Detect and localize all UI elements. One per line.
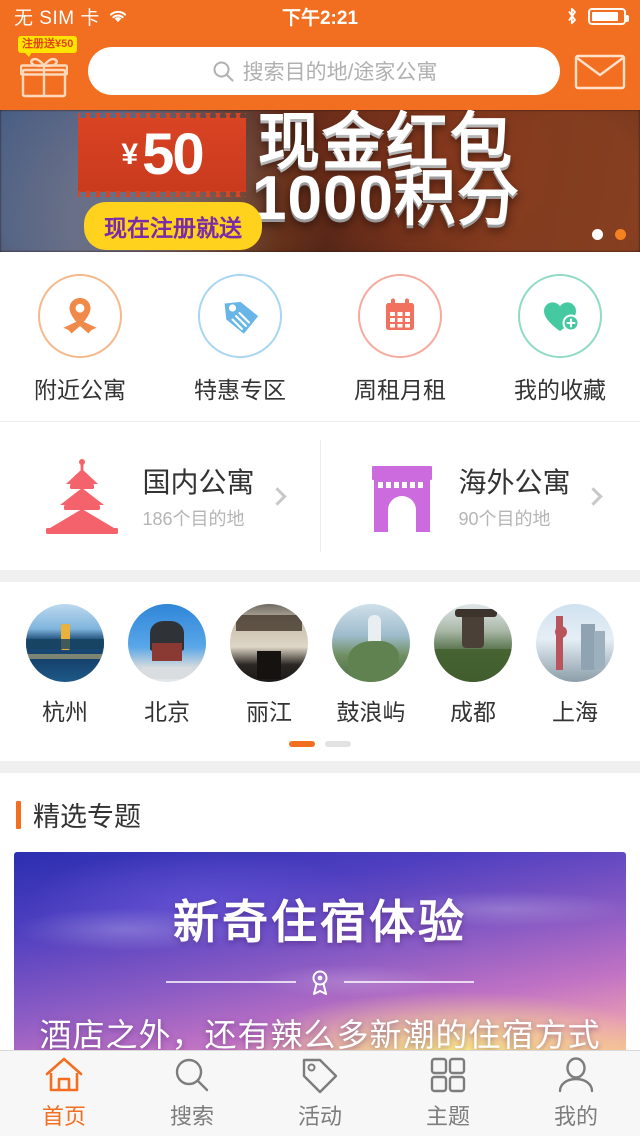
banner-headline-second: 1000积分	[252, 164, 520, 233]
card-title: 海外公寓	[458, 467, 571, 498]
quick-action-label: 特惠专区	[194, 377, 286, 403]
gift-button[interactable]: 注册送¥50	[14, 36, 78, 102]
banner-dot[interactable]	[592, 229, 603, 240]
quick-action-label: 我的收藏	[514, 377, 606, 403]
quick-action-label: 周租月租	[354, 377, 446, 403]
section-title: 精选专题	[33, 802, 141, 832]
banner-pager[interactable]	[592, 229, 626, 240]
medal-icon	[312, 970, 328, 995]
quick-action-label: 附近公寓	[34, 377, 126, 403]
temple-of-heaven-icon	[46, 459, 119, 534]
tab-search[interactable]: 搜索	[128, 1056, 256, 1131]
city-label: 成都	[450, 699, 496, 725]
quick-action-rental[interactable]: 周租月租	[320, 274, 480, 405]
city-thumbnail	[230, 604, 308, 682]
quick-action-favorites[interactable]: 我的收藏	[480, 274, 640, 405]
home-icon	[45, 1057, 83, 1092]
chevron-right-icon	[267, 486, 287, 506]
tab-label: 搜索	[169, 1104, 214, 1129]
tab-home[interactable]: 首页	[0, 1056, 128, 1131]
promo-banner[interactable]: ¥ 50 现金红包 1000积分 现在注册就送	[0, 110, 640, 252]
card-title: 国内公寓	[142, 467, 255, 498]
card-subtitle: 186个目的地	[142, 509, 245, 529]
cities-dot-active[interactable]	[289, 741, 315, 747]
coupon-amount: 50	[142, 122, 204, 187]
gift-badge: 注册送¥50	[18, 36, 78, 57]
tab-label: 我的	[553, 1104, 598, 1129]
city-thumbnail	[128, 604, 206, 682]
city-item[interactable]: 丽江	[218, 604, 320, 727]
accent-bar	[16, 800, 21, 829]
chevron-right-icon	[583, 486, 603, 506]
search-bar[interactable]: 搜索目的地/途家公寓	[88, 47, 560, 95]
search-input[interactable]: 搜索目的地/途家公寓	[243, 56, 438, 86]
tab-themes[interactable]: 主题	[384, 1056, 512, 1131]
city-item[interactable]: 北京	[116, 604, 218, 727]
promo-divider	[166, 968, 474, 996]
search-icon	[175, 1058, 209, 1092]
promo-title: 新奇住宿体验	[173, 896, 467, 948]
coupon-currency: ¥	[121, 138, 139, 171]
tab-label: 首页	[41, 1104, 86, 1129]
quick-action-deals[interactable]: 特惠专区	[160, 274, 320, 405]
tag-icon	[302, 1058, 338, 1094]
cities-panel: 杭州 北京 丽江 鼓浪屿 成都 上海	[0, 582, 640, 761]
bluetooth-icon	[568, 7, 576, 25]
tab-label: 主题	[425, 1104, 470, 1129]
destination-cards: 国内公寓 186个目的地 海外公寓 90个目的地	[0, 422, 640, 570]
card-text: 国内公寓 186个目的地	[142, 461, 254, 531]
heart-plus-icon	[518, 274, 602, 358]
quick-actions-row: 附近公寓 特惠专区 周租月租 我的收藏	[0, 252, 640, 421]
bottom-tab-bar: 首页 搜索 活动 主题 我的	[0, 1050, 640, 1136]
featured-header: 精选专题	[0, 773, 640, 852]
search-icon	[213, 61, 234, 82]
tab-activity[interactable]: 活动	[256, 1056, 384, 1131]
city-item[interactable]: 鼓浪屿	[320, 604, 422, 727]
carrier-label: 无 SIM 卡	[14, 7, 100, 29]
location-pin-icon	[38, 274, 122, 358]
city-label: 北京	[144, 699, 190, 725]
cities-dot[interactable]	[325, 741, 351, 747]
tab-profile[interactable]: 我的	[512, 1056, 640, 1131]
city-item[interactable]: 成都	[422, 604, 524, 727]
app-screen: 无 SIM 卡 下午2:21 注册送¥50 搜索目的地/途家公寓 ¥ 50 现金…	[0, 0, 640, 1136]
tab-label: 活动	[297, 1104, 342, 1129]
status-bar: 无 SIM 卡 下午2:21	[0, 0, 640, 32]
card-domestic[interactable]: 国内公寓 186个目的地	[0, 422, 320, 570]
banner-dot-active[interactable]	[615, 229, 626, 240]
card-subtitle: 90个目的地	[458, 509, 551, 529]
card-overseas[interactable]: 海外公寓 90个目的地	[320, 422, 640, 570]
city-label: 上海	[552, 699, 598, 725]
quick-action-nearby[interactable]: 附近公寓	[0, 274, 160, 405]
app-header: 注册送¥50 搜索目的地/途家公寓	[0, 32, 640, 110]
user-icon	[558, 1057, 594, 1093]
status-left: 无 SIM 卡	[14, 3, 129, 30]
banner-cta-pill: 现在注册就送	[84, 202, 262, 250]
city-item[interactable]: 上海	[524, 604, 626, 727]
quick-actions-panel: 附近公寓 特惠专区 周租月租 我的收藏	[0, 252, 640, 421]
city-label: 杭州	[42, 699, 88, 725]
section-gap	[0, 570, 640, 582]
city-label: 丽江	[246, 699, 292, 725]
cities-pager[interactable]	[0, 733, 640, 761]
wifi-icon	[109, 10, 126, 23]
status-right	[565, 6, 629, 26]
city-item[interactable]: 杭州	[14, 604, 116, 727]
mail-icon[interactable]	[574, 50, 626, 92]
city-label: 鼓浪屿	[336, 699, 406, 725]
price-tag-icon	[198, 274, 282, 358]
city-thumbnail	[434, 604, 512, 682]
grid-icon	[430, 1057, 466, 1093]
city-thumbnail	[26, 604, 104, 682]
section-gap	[0, 761, 640, 773]
arc-de-triomphe-icon	[372, 466, 433, 532]
city-thumbnail	[536, 604, 614, 682]
battery-icon	[588, 7, 629, 25]
cities-row: 杭州 北京 丽江 鼓浪屿 成都 上海	[0, 582, 640, 733]
gift-icon	[20, 57, 68, 98]
coupon-graphic: ¥ 50	[78, 118, 246, 197]
calendar-icon	[358, 274, 442, 358]
card-text: 海外公寓 90个目的地	[458, 461, 570, 531]
city-thumbnail	[332, 604, 410, 682]
